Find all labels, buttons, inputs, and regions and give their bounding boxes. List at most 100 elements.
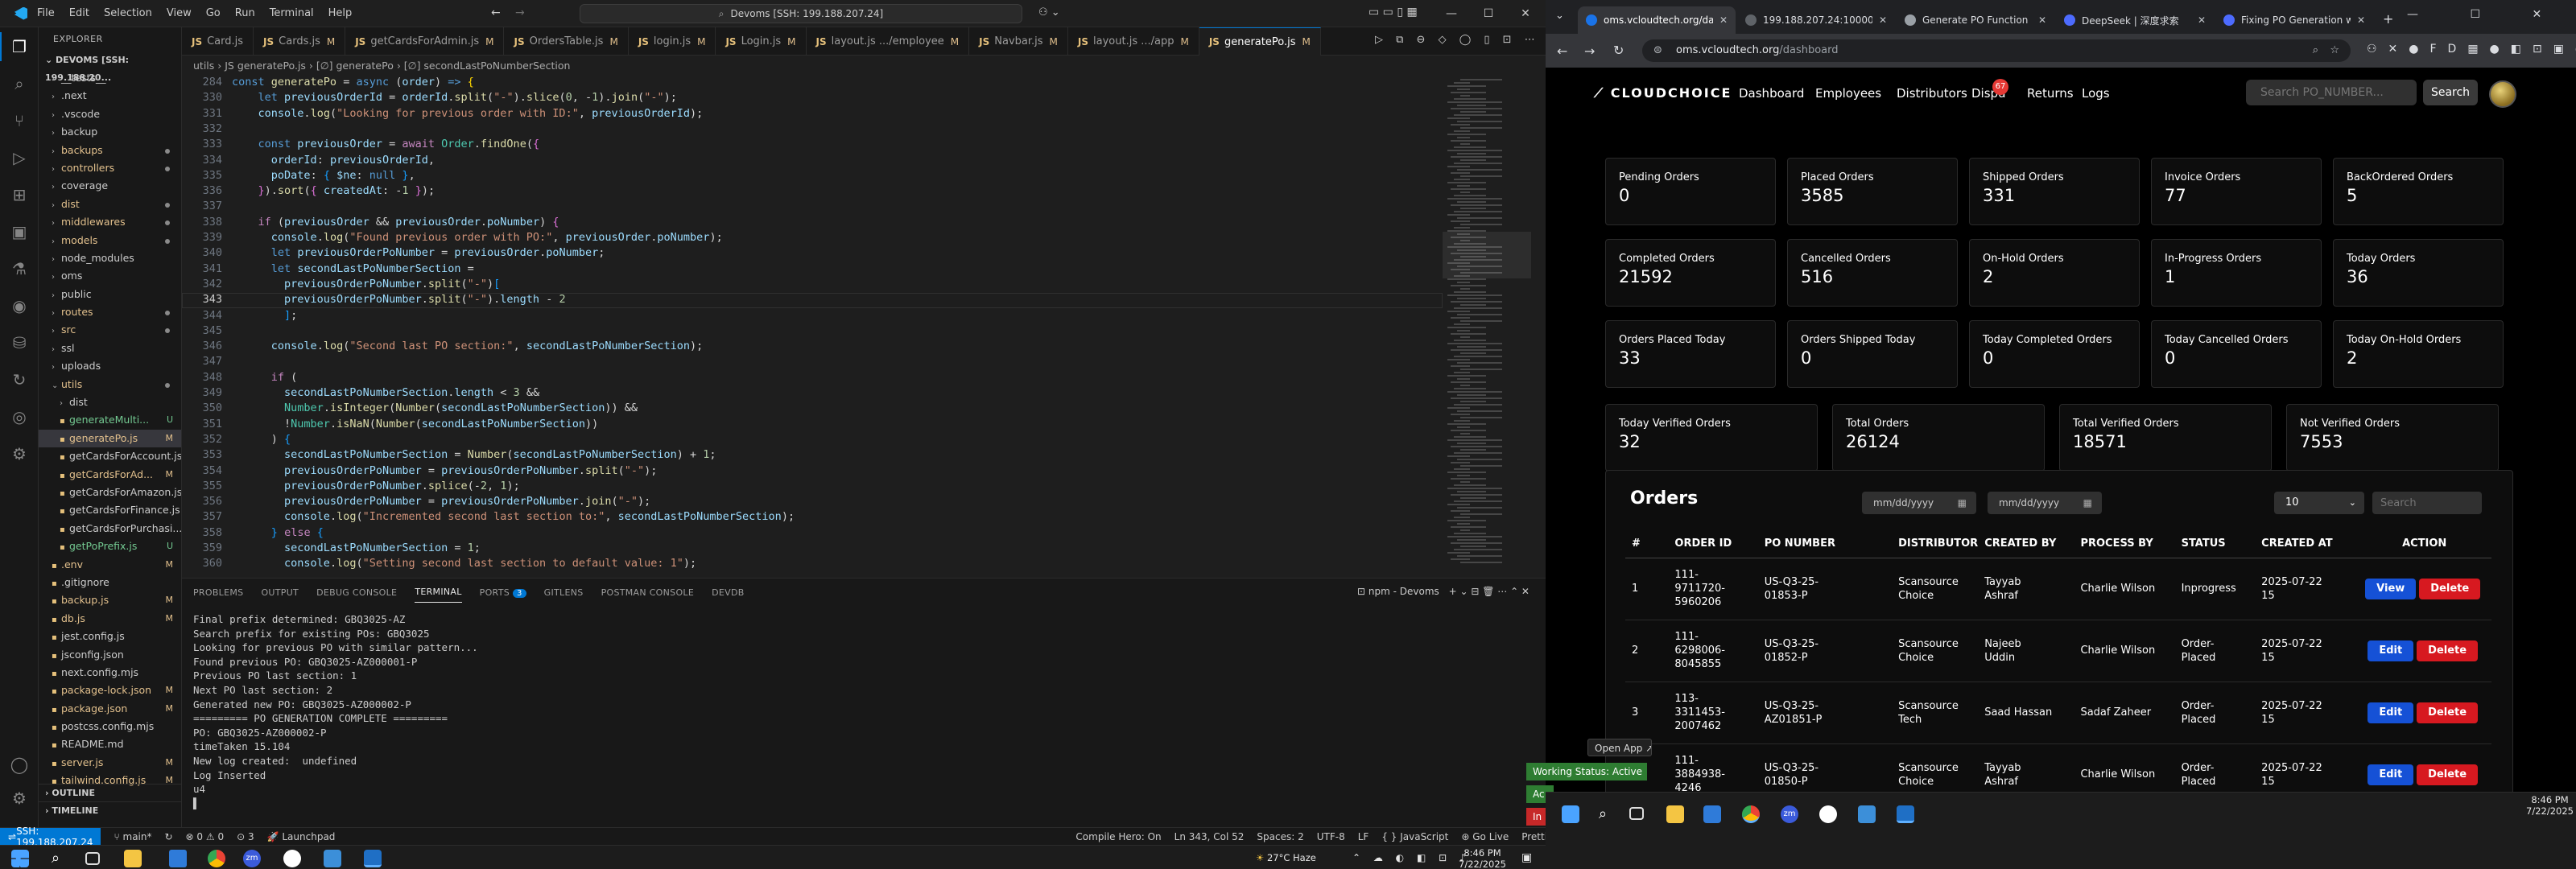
language-mode[interactable]: { } JavaScript xyxy=(1381,831,1448,842)
column-header[interactable]: ACTION xyxy=(2351,530,2491,558)
column-header[interactable]: # xyxy=(1625,530,1669,558)
tree-file[interactable]: ▪ getCardsForAccount.js xyxy=(39,447,181,465)
encoding[interactable]: UTF-8 xyxy=(1317,831,1345,842)
stat-card[interactable]: In-Progress Orders 1 xyxy=(2151,239,2322,307)
tree-folder[interactable]: › src xyxy=(39,321,181,339)
editor-tab[interactable]: JS Card.js xyxy=(182,27,254,56)
tree-file[interactable]: ▪ jest.config.js xyxy=(39,628,181,645)
stat-card[interactable]: Today On-Hold Orders 2 xyxy=(2333,320,2504,388)
view-button[interactable]: View xyxy=(2365,578,2417,599)
delete-button[interactable]: Delete xyxy=(2417,764,2479,785)
stat-card[interactable]: Completed Orders 21592 xyxy=(1605,239,1776,307)
source-control-icon[interactable]: ⑂ xyxy=(10,111,29,130)
settings-gear-icon[interactable]: ⚙ xyxy=(10,789,29,808)
menu-item[interactable]: Terminal xyxy=(270,7,314,19)
tree-file[interactable]: ▪ next.config.mjs xyxy=(39,664,181,682)
close-button[interactable]: ✕ xyxy=(1507,0,1544,27)
tree-file[interactable]: ▪ getCardsForFinance.js xyxy=(39,501,181,519)
editor-tab[interactable]: JS login.js M xyxy=(629,27,716,56)
tree-folder[interactable]: › __tests__ xyxy=(39,69,181,87)
notification-center-icon[interactable]: ▣ xyxy=(1521,846,1532,869)
menu-item[interactable]: Run xyxy=(235,7,255,19)
tree-file[interactable]: ▪ generateMulti... U xyxy=(39,411,181,429)
tree-folder[interactable]: › dist xyxy=(39,196,181,213)
stat-card[interactable]: Orders Shipped Today 0 xyxy=(1787,320,1958,388)
panel-tab[interactable]: PROBLEMS xyxy=(193,587,243,598)
tree-file[interactable]: ▪ .gitignore xyxy=(39,574,181,591)
tree-file[interactable]: ▪ .env M xyxy=(39,556,181,574)
menu-item[interactable]: Selection xyxy=(104,7,152,19)
zoom-icon[interactable]: zm xyxy=(243,850,261,867)
start-windows-icon[interactable] xyxy=(11,850,29,867)
tree-folder[interactable]: › .vscode xyxy=(39,105,181,123)
back-arrow-icon[interactable]: ← xyxy=(1557,43,1567,59)
testing-icon[interactable]: ⚗ xyxy=(10,259,29,278)
tree-folder[interactable]: › backup xyxy=(39,123,181,141)
editor-tab[interactable]: JS Cards.js M xyxy=(254,27,346,56)
page-size-select[interactable]: 10 ⌄ xyxy=(2274,492,2364,514)
terminal-controls[interactable]: ⊡ npm - Devoms + ⌄ ⊟ 🗑 ⋯ ⌃ ✕ xyxy=(1357,586,1530,597)
zoom-icon[interactable]: zm xyxy=(1781,805,1798,823)
weather-widget[interactable]: ☀ 27°C Haze xyxy=(1256,846,1316,869)
stat-card[interactable]: Invoice Orders 77 xyxy=(2151,158,2322,225)
po-search-input[interactable] xyxy=(2246,80,2417,105)
start-date-input[interactable]: mm/dd/yyyy ▦ xyxy=(1862,492,1976,514)
column-header[interactable]: DISTRIBUTOR xyxy=(1892,530,1979,558)
file-explorer-icon[interactable] xyxy=(1666,805,1684,823)
stat-card[interactable]: Shipped Orders 331 xyxy=(1969,158,2140,225)
tree-folder[interactable]: › node_modules xyxy=(39,249,181,267)
tree-folder[interactable]: › coverage xyxy=(39,177,181,195)
code-editor[interactable]: 284 const generatePo = async (order) => {… xyxy=(182,74,1546,573)
tray-icons[interactable]: ⌃ ☁ ◐ ◧ ⊡ ♪ xyxy=(1352,846,1471,869)
column-header[interactable]: PROCESS BY xyxy=(2074,530,2175,558)
column-header[interactable]: CREATED AT xyxy=(2255,530,2351,558)
delete-button[interactable]: Delete xyxy=(2417,640,2479,661)
panel-tab[interactable]: DEVDB xyxy=(712,587,744,598)
vscode-taskbar-icon[interactable] xyxy=(364,850,382,867)
panel-tab[interactable]: GITLENS xyxy=(544,587,584,598)
outline-section[interactable]: › OUTLINE xyxy=(39,784,182,801)
column-header[interactable]: PO NUMBER xyxy=(1757,530,1893,558)
stat-card[interactable]: Today Verified Orders 32 xyxy=(1605,404,1818,472)
tree-folder[interactable]: › ssl xyxy=(39,340,181,357)
remote-indicator[interactable]: ⇌ SSH: 199.188.207.24 xyxy=(0,826,101,848)
tree-file[interactable]: ▪ backup.js M xyxy=(39,591,181,609)
tree-folder[interactable]: › uploads xyxy=(39,357,181,375)
task-view-icon[interactable] xyxy=(1629,807,1644,820)
go-live[interactable]: ⊛ Go Live xyxy=(1461,831,1509,842)
tree-folder[interactable]: › .next xyxy=(39,87,181,105)
editor-tab[interactable]: JS layout.js .../app M xyxy=(1068,27,1199,56)
terminal-actions[interactable]: + ⌄ ⊟ 🗑 ⋯ ⌃ ✕ xyxy=(1449,586,1530,597)
stat-card[interactable]: Today Cancelled Orders 0 xyxy=(2151,320,2322,388)
launchpad-indicator[interactable]: 🚀 Launchpad xyxy=(267,831,336,842)
menu-item[interactable]: Go xyxy=(206,7,221,19)
panel-tab[interactable]: DEBUG CONSOLE xyxy=(316,587,397,598)
stat-card[interactable]: Today Orders 36 xyxy=(2333,239,2504,307)
tree-file[interactable]: ▪ getPoPrefix.js U xyxy=(39,537,181,555)
forward-arrow-icon[interactable]: → xyxy=(1584,43,1595,59)
column-header[interactable]: ORDER ID xyxy=(1668,530,1758,558)
close-tab-icon[interactable]: ✕ xyxy=(2351,14,2365,26)
stat-card[interactable]: Not Verified Orders 7553 xyxy=(2286,404,2499,472)
tree-folder[interactable]: › oms xyxy=(39,267,181,285)
close-tab-icon[interactable]: ✕ xyxy=(1872,14,1887,26)
tree-file[interactable]: ▪ db.js M xyxy=(39,610,181,628)
copilot-icon[interactable]: ⚇ ⌄ xyxy=(1038,6,1060,19)
delete-button[interactable]: Delete xyxy=(2419,578,2481,599)
menu-item[interactable]: View xyxy=(167,7,192,19)
stat-card[interactable]: Pending Orders 0 xyxy=(1605,158,1776,225)
clock-left[interactable]: 8:46 PM 7/22/2025 xyxy=(1459,847,1506,869)
brand-logo[interactable]: ⟋ CLOUDCHOICE xyxy=(1594,85,1732,101)
stat-card[interactable]: Today Completed Orders 0 xyxy=(1969,320,2140,388)
timeline-section[interactable]: › TIMELINE xyxy=(39,801,182,819)
menu-item[interactable]: Edit xyxy=(69,7,89,19)
task-view-icon[interactable] xyxy=(85,852,100,865)
indentation[interactable]: Spaces: 2 xyxy=(1257,831,1303,842)
command-center[interactable]: ⌕ Devoms [SSH: 199.188.207.24] xyxy=(580,4,1022,23)
postman-icon[interactable]: ◎ xyxy=(10,407,29,426)
problems-indicator[interactable]: ⊗ 0 ⚠ 0 xyxy=(186,831,225,842)
zoom-icon[interactable]: ⌕ xyxy=(2313,39,2318,62)
panel-tab[interactable]: POSTMAN CONSOLE xyxy=(601,587,695,598)
tab-search-icon[interactable]: ⌄ xyxy=(1555,10,1564,22)
close-tab-icon[interactable]: ✕ xyxy=(2032,14,2046,26)
